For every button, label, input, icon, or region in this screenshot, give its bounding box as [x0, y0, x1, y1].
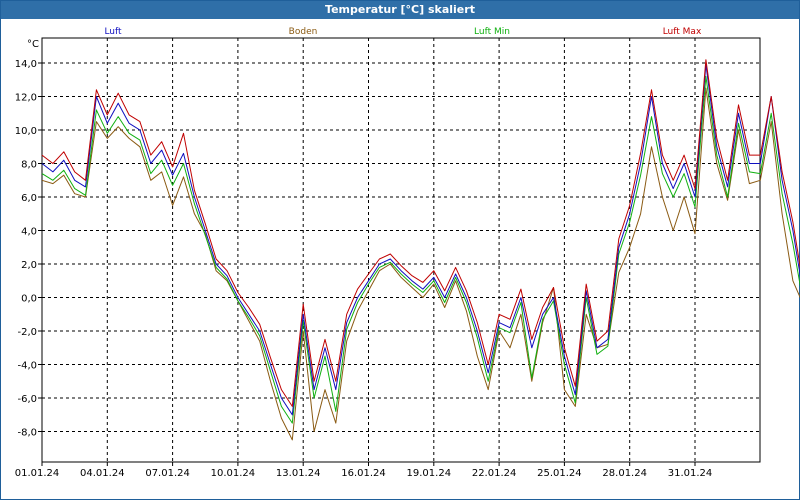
- y-tick-label: 0,0: [21, 294, 37, 305]
- x-tick-label: 13.01.24: [276, 468, 321, 479]
- y-tick-label: -8,0: [17, 428, 37, 439]
- x-tick-label: 10.01.24: [211, 468, 256, 479]
- x-tick-label: 22.01.24: [472, 468, 517, 479]
- y-tick-label: -6,0: [17, 394, 37, 405]
- series-line-luft-max: [41, 59, 800, 407]
- legend-item-boden: Boden: [289, 27, 318, 37]
- y-tick-label: 14,0: [15, 59, 37, 70]
- legend-item-luft: Luft: [104, 27, 122, 37]
- y-axis-unit: °C: [27, 39, 39, 50]
- y-tick-label: 4,0: [21, 227, 37, 238]
- y-tick-label: -2,0: [17, 327, 37, 338]
- legend-item-luft-min: Luft Min: [474, 27, 510, 37]
- y-tick-label: 12,0: [15, 93, 37, 104]
- x-tick-label: 31.01.24: [668, 468, 713, 479]
- plot-area: [41, 59, 800, 441]
- x-tick-label: 07.01.24: [145, 468, 190, 479]
- temperature-chart: Luft Boden Luft Min Luft Max °C 14,0 12,0 10,…: [15, 27, 800, 479]
- x-tick-label: 19.01.24: [407, 468, 452, 479]
- legend-item-luft-max: Luft Max: [663, 27, 702, 37]
- y-tick-label: 2,0: [21, 260, 37, 271]
- x-tick-label: 01.01.24: [15, 468, 60, 479]
- y-tick-label: 10,0: [15, 126, 37, 137]
- x-tick-label: 16.01.24: [341, 468, 386, 479]
- x-tick-label: 04.01.24: [80, 468, 125, 479]
- y-tick-label: -4,0: [17, 361, 37, 372]
- x-axis: 01.01.24 04.01.24 07.01.24 10.01.24 13.01.24…: [15, 468, 713, 479]
- series-line-luft-min: [41, 75, 800, 424]
- y-tick-label: 8,0: [21, 160, 37, 171]
- x-tick-label: 25.01.24: [537, 468, 582, 479]
- y-axis: °C 14,0 12,0 10,0 8,0 6,0 4,0 2,0 0,0 -2,0 -4,0 -6…: [15, 39, 39, 439]
- series-line-luft: [41, 64, 800, 416]
- y-tick-label: 6,0: [21, 193, 37, 204]
- chart-grid: [38, 37, 761, 466]
- x-tick-label: 28.01.24: [602, 468, 647, 479]
- chart-legend: Luft Boden Luft Min Luft Max: [104, 27, 702, 37]
